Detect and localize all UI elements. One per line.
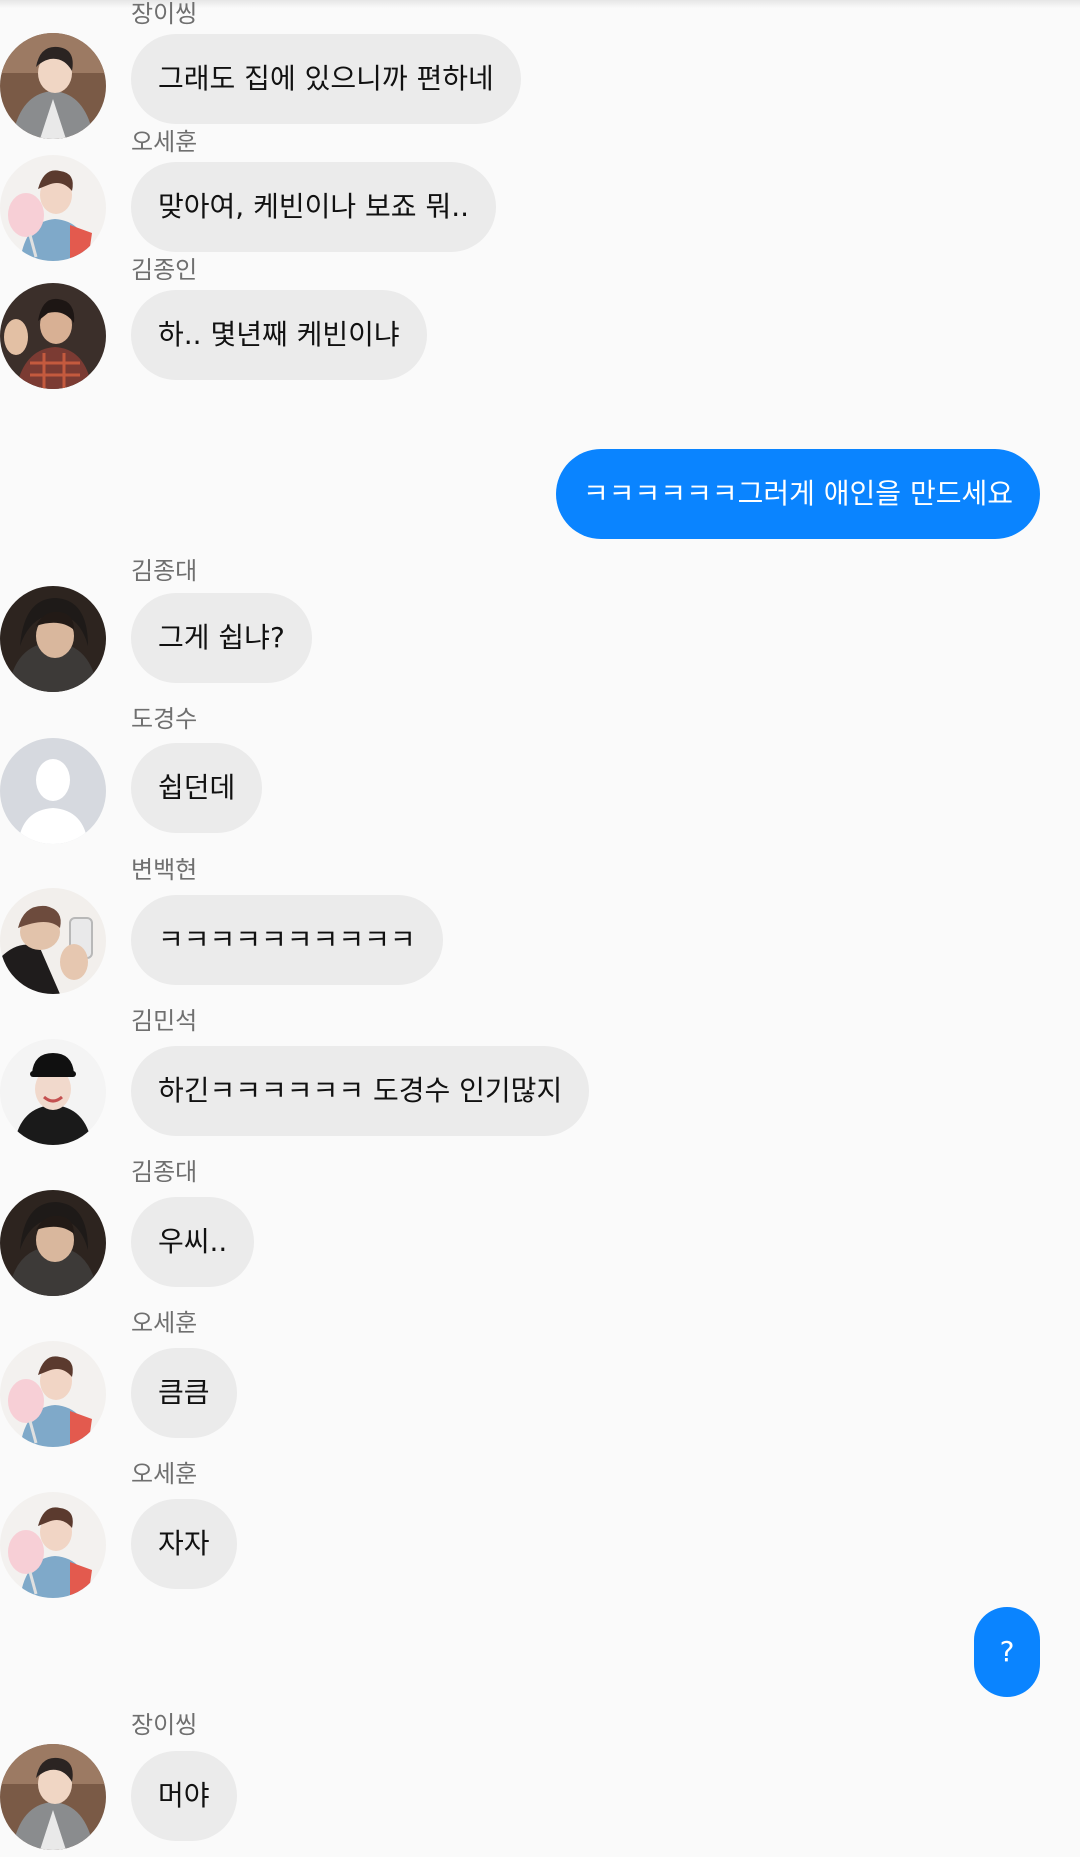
sender-name: 장이씽 (131, 0, 198, 28)
message-bubble-outgoing[interactable]: ? (974, 1607, 1040, 1697)
avatar-kimjongdae[interactable] (0, 586, 106, 692)
message-bubble[interactable]: 하.. 몇년째 케빈이냐 (131, 290, 427, 380)
message-bubble[interactable]: 머야 (131, 1751, 237, 1841)
message-bubble[interactable]: 그래도 집에 있으니까 편하네 (131, 34, 521, 124)
sender-name: 변백현 (131, 856, 198, 884)
avatar-kimjongin[interactable] (0, 283, 106, 389)
message-bubble[interactable]: 맞아여, 케빈이나 보죠 뭐.. (131, 162, 497, 252)
sender-name: 장이씽 (131, 1711, 198, 1739)
sender-name: 김민석 (131, 1007, 198, 1035)
message-bubble[interactable]: 하긴ㅋㅋㅋㅋㅋㅋ 도경수 인기많지 (131, 1046, 590, 1136)
message-bubble[interactable]: 그게 쉽냐? (131, 593, 312, 683)
avatar-oh[interactable] (0, 1341, 106, 1447)
sender-name: 김종대 (131, 557, 198, 585)
sender-name: 김종대 (131, 1158, 198, 1186)
avatar-byun[interactable] (0, 888, 106, 994)
message-bubble[interactable]: 쉽던데 (131, 743, 263, 833)
default-avatar-icon[interactable] (0, 738, 106, 844)
sender-name: 오세훈 (131, 1309, 198, 1337)
avatar-oh[interactable] (0, 1492, 106, 1598)
message-bubble[interactable]: ㅋㅋㅋㅋㅋㅋㅋㅋㅋㅋ (131, 895, 443, 985)
message-bubble[interactable]: 우씨.. (131, 1197, 255, 1287)
sender-name: 오세훈 (131, 128, 198, 156)
message-bubble-outgoing[interactable]: ㅋㅋㅋㅋㅋㅋ그러게 애인을 만드세요 (556, 449, 1040, 539)
avatar-oh[interactable] (0, 155, 106, 261)
message-bubble[interactable]: 큼큼 (131, 1348, 237, 1438)
sender-name: 김종인 (131, 256, 198, 284)
avatar-kimminseok[interactable] (0, 1039, 106, 1145)
avatar-kimjongdae[interactable] (0, 1190, 106, 1296)
avatar-zhang[interactable] (0, 33, 106, 139)
message-bubble[interactable]: 자자 (131, 1499, 237, 1589)
sender-name: 도경수 (131, 705, 198, 733)
sender-name: 오세훈 (131, 1460, 198, 1488)
avatar-zhang[interactable] (0, 1744, 106, 1850)
